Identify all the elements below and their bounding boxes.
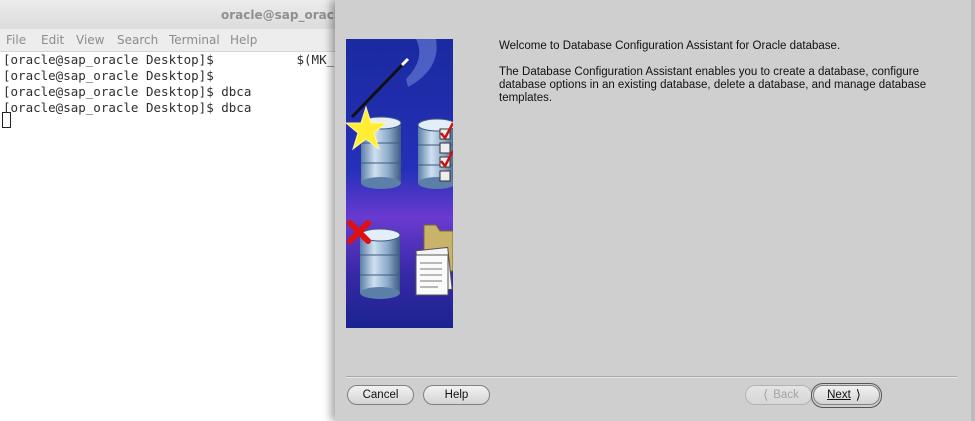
menu-help[interactable]: Help xyxy=(230,33,257,47)
menu-view[interactable]: View xyxy=(76,33,104,47)
menu-search[interactable]: Search xyxy=(117,33,158,47)
button-separator xyxy=(346,376,957,378)
database-configure-icon xyxy=(417,118,453,189)
terminal-menubar: File Edit View Search Terminal Help xyxy=(0,29,337,52)
terminal-line: [oracle@sap_oracle Desktop]$ $(MK_E xyxy=(3,52,337,67)
terminal-window[interactable]: oracle@sap_oracle File Edit View Search … xyxy=(0,0,337,421)
menu-edit[interactable]: Edit xyxy=(41,33,64,47)
terminal-titlebar[interactable]: oracle@sap_oracle xyxy=(0,0,337,29)
dbca-dialog: Welcome to Database Configuration Assist… xyxy=(335,0,975,421)
terminal-line: [oracle@sap_oracle Desktop]$ dbca xyxy=(3,100,252,115)
welcome-text: Welcome to Database Configuration Assist… xyxy=(499,40,841,52)
terminal-cursor xyxy=(2,112,11,128)
terminal-line: [oracle@sap_oracle Desktop]$ xyxy=(3,68,214,83)
help-button[interactable]: Help xyxy=(423,385,490,405)
chevron-left-icon: ⟨ xyxy=(763,387,769,402)
chevron-right-icon: ⟩ xyxy=(855,387,861,402)
back-button[interactable]: ⟨ Back xyxy=(745,385,812,405)
terminal-line: [oracle@sap_oracle Desktop]$ dbca xyxy=(3,84,252,99)
next-button-label: Next xyxy=(827,389,851,401)
menu-terminal[interactable]: Terminal xyxy=(169,33,220,47)
description-text: The Database Configuration Assistant ena… xyxy=(499,66,927,104)
help-button-label: Help xyxy=(444,389,469,401)
dbca-illustration xyxy=(346,39,453,328)
back-button-label: Back xyxy=(773,389,799,401)
terminal-title: oracle@sap_oracle xyxy=(221,8,337,22)
next-button[interactable]: Next ⟩ xyxy=(813,385,880,405)
terminal-output[interactable]: [oracle@sap_oracle Desktop]$ $(MK_E [ora… xyxy=(0,52,337,421)
cancel-button[interactable]: Cancel xyxy=(347,385,414,405)
menu-file[interactable]: File xyxy=(6,33,26,47)
dialog-edge xyxy=(971,0,975,421)
cancel-button-label: Cancel xyxy=(362,389,399,401)
